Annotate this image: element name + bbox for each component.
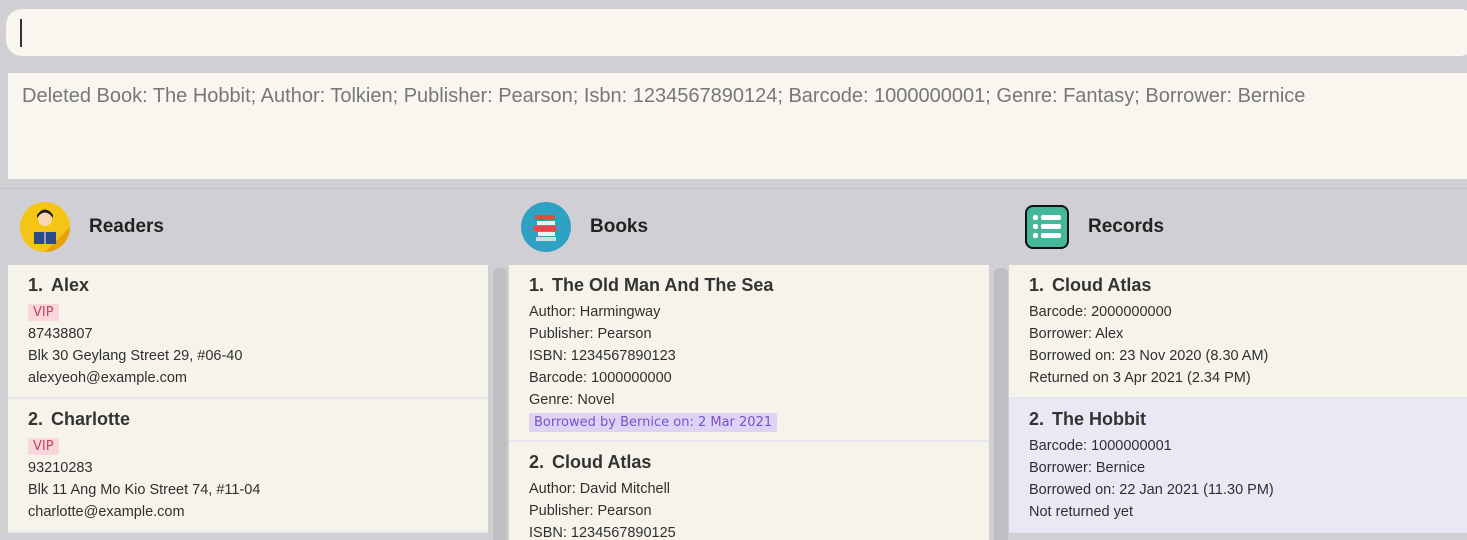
book-publisher: Publisher: Pearson <box>529 503 652 519</box>
reader-address: Blk 11 Ang Mo Kio Street 74, #11-04 <box>28 482 261 498</box>
books-title: Books <box>590 216 649 237</box>
record-borrower: Borrower: Bernice <box>1029 460 1146 476</box>
result-text: Deleted Book: The Hobbit; Author: Tolkie… <box>22 85 1306 107</box>
book-publisher: Publisher: Pearson <box>529 326 652 342</box>
vip-tag: VIP <box>28 304 59 321</box>
borrowed-tag: Borrowed by Bernice on: 2 Mar 2021 <box>529 413 778 432</box>
reader-phone: 93210283 <box>28 460 93 476</box>
book-author: Author: Harmingway <box>529 304 661 320</box>
reader-name: 2. Charlotte <box>28 409 131 429</box>
record-borrower: Borrower: Alex <box>1029 326 1124 342</box>
records-list[interactable]: 1. Cloud Atlas Barcode: 2000000000 Borrow… <box>1009 265 1467 540</box>
readers-list[interactable]: 1. Alex VIP 87438807 Blk 30 Geylang Stree… <box>8 265 488 540</box>
record-returned: Returned on 3 Apr 2021 (2.34 PM) <box>1029 370 1251 386</box>
readers-scrollbar[interactable] <box>493 268 507 540</box>
books-scrollbar[interactable] <box>994 268 1008 540</box>
book-isbn: ISBN: 1234567890123 <box>529 348 676 364</box>
book-genre: Genre: Novel <box>529 392 615 408</box>
records-header: Records <box>1025 202 1164 252</box>
record-title: 1. Cloud Atlas <box>1029 275 1152 295</box>
books-header: Books <box>521 202 648 252</box>
book-card[interactable]: 2. Cloud Atlas Author: David Mitchell Pub… <box>509 442 989 540</box>
command-input[interactable] <box>6 9 1467 56</box>
divider <box>0 188 1467 189</box>
book-card[interactable]: 1. The Old Man And The Sea Author: Harmin… <box>509 265 989 442</box>
record-barcode: Barcode: 1000000001 <box>1029 438 1172 454</box>
reader-card[interactable]: 2. Charlotte VIP 93210283 Blk 11 Ang Mo K… <box>8 399 488 533</box>
record-borrowed-on: Borrowed on: 23 Nov 2020 (8.30 AM) <box>1029 348 1269 364</box>
record-title: 2. The Hobbit <box>1029 409 1146 429</box>
reader-name: 1. Alex <box>28 275 90 295</box>
reader-address: Blk 30 Geylang Street 29, #06-40 <box>28 348 243 364</box>
books-list[interactable]: 1. The Old Man And The Sea Author: Harmin… <box>509 265 989 540</box>
book-title: 1. The Old Man And The Sea <box>529 275 774 295</box>
records-list-icon <box>1025 205 1069 249</box>
books-stack-icon <box>521 202 571 252</box>
records-title: Records <box>1088 216 1165 237</box>
record-barcode: Barcode: 2000000000 <box>1029 304 1172 320</box>
book-barcode: Barcode: 1000000000 <box>529 370 672 386</box>
vip-tag: VIP <box>28 438 59 455</box>
book-isbn: ISBN: 1234567890125 <box>529 525 676 540</box>
reader-email: alexyeoh@example.com <box>28 370 187 386</box>
record-card-selected[interactable]: 2. The Hobbit Barcode: 1000000001 Borrowe… <box>1009 399 1467 533</box>
reader-email: charlotte@example.com <box>28 504 185 520</box>
text-caret <box>20 19 22 47</box>
record-card[interactable]: 1. Cloud Atlas Barcode: 2000000000 Borrow… <box>1009 265 1467 399</box>
reader-icon <box>20 202 70 252</box>
record-borrowed-on: Borrowed on: 22 Jan 2021 (11.30 PM) <box>1029 482 1274 498</box>
reader-phone: 87438807 <box>28 326 93 342</box>
book-author: Author: David Mitchell <box>529 481 671 497</box>
result-display: Deleted Book: The Hobbit; Author: Tolkie… <box>8 73 1467 179</box>
book-title: 2. Cloud Atlas <box>529 452 652 472</box>
reader-card[interactable]: 1. Alex VIP 87438807 Blk 30 Geylang Stree… <box>8 265 488 399</box>
readers-title: Readers <box>89 216 164 237</box>
record-returned: Not returned yet <box>1029 504 1133 520</box>
readers-header: Readers <box>20 202 164 252</box>
